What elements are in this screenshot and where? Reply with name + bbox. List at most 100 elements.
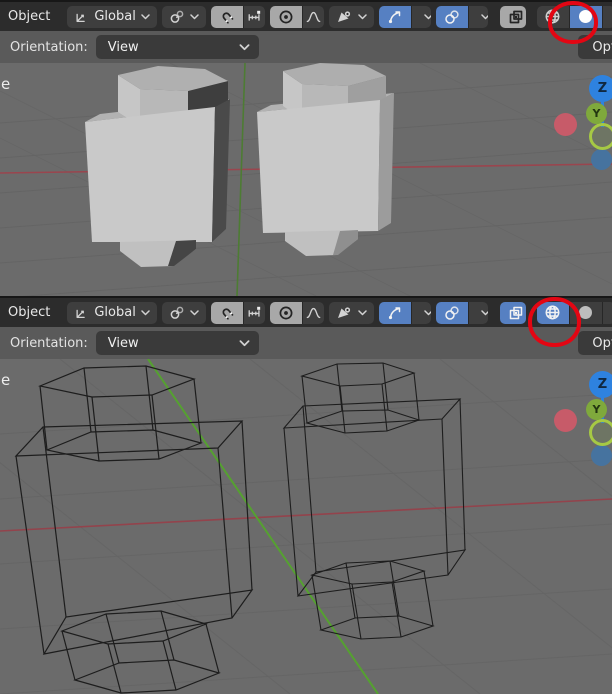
chevron-down-icon (141, 309, 150, 315)
y-axis-line (147, 359, 379, 694)
gizmo-arrow-icon (389, 306, 401, 319)
increment-snap-icon (248, 10, 261, 21)
orientation-select-value: View (107, 39, 139, 55)
gizmo-y-axis-ball[interactable]: Y (586, 399, 607, 420)
transform-orientation-dropdown[interactable]: Global (67, 5, 157, 28)
snap-group (210, 5, 266, 28)
chevron-down-icon (481, 13, 489, 19)
gizmo-arrow-icon (389, 10, 401, 23)
viewport-3d-wireframe[interactable]: e Z Y (0, 359, 612, 694)
xray-group (500, 301, 526, 324)
mode-selector[interactable]: Object (8, 9, 50, 24)
xray-icon (509, 306, 523, 319)
viewport-header: Object Global (0, 0, 612, 31)
tool-settings-band: Orientation: View Opt (0, 327, 612, 359)
edge-cutoff-label: e (1, 371, 11, 389)
chevron-down-icon (424, 309, 432, 315)
orientation-field-label: Orientation: (10, 335, 88, 351)
transform-orientation-dropdown[interactable]: Global (67, 301, 157, 324)
gizmos-dropdown[interactable] (412, 301, 432, 324)
viewport-header: Object Global (0, 296, 612, 327)
bolt-solid-left (85, 66, 230, 267)
mode-selector[interactable]: Object (8, 305, 50, 320)
chevron-down-icon (424, 13, 432, 19)
xray-toggle-button[interactable] (500, 301, 526, 324)
proportional-edit-icon (279, 306, 293, 319)
gizmo-minus-z-ball[interactable] (591, 445, 612, 466)
chevron-down-icon (190, 13, 199, 19)
scene-wireframe (0, 359, 612, 694)
visibility-dropdown[interactable] (329, 301, 375, 324)
chevron-down-icon (239, 43, 250, 50)
axes-icon (76, 13, 86, 22)
shading-material-button[interactable] (602, 5, 612, 28)
overlays-dropdown[interactable] (469, 301, 489, 324)
orientation-select[interactable]: View (95, 331, 259, 355)
magnet-icon (222, 307, 234, 320)
options-button[interactable]: Opt (578, 331, 612, 355)
snap-increment-dropdown[interactable] (243, 5, 266, 28)
chevron-down-icon (358, 13, 368, 19)
annotation-ring-solid-button (548, 1, 598, 44)
gizmo-minus-z-ball[interactable] (591, 149, 612, 170)
gizmos-dropdown[interactable] (412, 5, 432, 28)
xray-toggle-button[interactable] (500, 5, 526, 28)
proportional-edit-group (270, 5, 325, 28)
chevron-down-icon (239, 339, 250, 346)
falloff-curve-icon (306, 307, 321, 318)
axes-icon (76, 309, 86, 318)
annotation-ring-wireframe-button (528, 297, 581, 347)
options-button-label: Opt (592, 335, 612, 351)
proportional-falloff-dropdown[interactable] (303, 301, 325, 324)
shading-material-button[interactable] (602, 301, 612, 324)
gizmos-toggle-button[interactable] (379, 5, 412, 28)
snap-target-icon (170, 306, 184, 319)
viewport-panel-wireframe: Object Global Orientation: View Op e Z Y (0, 296, 612, 694)
cone-eye-icon (338, 306, 351, 318)
overlays-dropdown[interactable] (469, 5, 489, 28)
gizmo-y-axis-ball[interactable]: Y (586, 103, 607, 124)
gizmo-x-axis-ball[interactable] (554, 409, 577, 432)
proportional-edit-button[interactable] (270, 5, 303, 28)
gizmos-group (379, 301, 432, 324)
proportional-edit-button[interactable] (270, 301, 303, 324)
magnet-icon (222, 11, 234, 24)
orientation-field-label: Orientation: (10, 39, 88, 55)
options-button-label: Opt (592, 39, 612, 55)
snap-group (210, 301, 266, 324)
viewport-panel-solid: Object Global Orientation: View Op e Z Y (0, 0, 612, 296)
overlays-toggle-button[interactable] (436, 301, 469, 324)
cone-eye-icon (338, 10, 351, 22)
chevron-down-icon (141, 13, 150, 19)
proportional-edit-icon (279, 10, 293, 23)
increment-snap-icon (248, 306, 261, 317)
viewport-3d-solid[interactable]: e Z Y (0, 63, 612, 296)
gizmo-minus-y-ring[interactable] (589, 419, 612, 446)
gizmo-z-axis-ball[interactable]: Z (589, 75, 612, 102)
orientation-dropdown-label: Global (94, 9, 136, 24)
gizmos-toggle-button[interactable] (379, 301, 412, 324)
proportional-falloff-dropdown[interactable] (303, 5, 325, 28)
gizmo-x-axis-ball[interactable] (554, 113, 577, 136)
xray-group (500, 5, 526, 28)
proportional-edit-group (270, 301, 325, 324)
falloff-curve-icon (306, 11, 321, 22)
snap-toggle-button[interactable] (210, 5, 243, 28)
gizmo-z-axis-ball[interactable]: Z (589, 371, 612, 398)
overlays-group (436, 5, 489, 28)
xray-icon (509, 10, 523, 23)
overlays-icon (445, 305, 459, 320)
orientation-select[interactable]: View (95, 35, 259, 59)
visibility-dropdown[interactable] (329, 5, 375, 28)
snap-target-dropdown[interactable] (161, 301, 206, 324)
snap-target-dropdown[interactable] (161, 5, 206, 28)
overlays-toggle-button[interactable] (436, 5, 469, 28)
gizmo-minus-y-ring[interactable] (589, 123, 612, 150)
gizmos-group (379, 5, 432, 28)
orientation-select-value: View (107, 335, 139, 351)
chevron-down-icon (190, 309, 199, 315)
snap-increment-dropdown[interactable] (243, 301, 266, 324)
chevron-down-icon (358, 309, 368, 315)
bolt-wireframe-left (14, 365, 254, 694)
snap-toggle-button[interactable] (210, 301, 243, 324)
